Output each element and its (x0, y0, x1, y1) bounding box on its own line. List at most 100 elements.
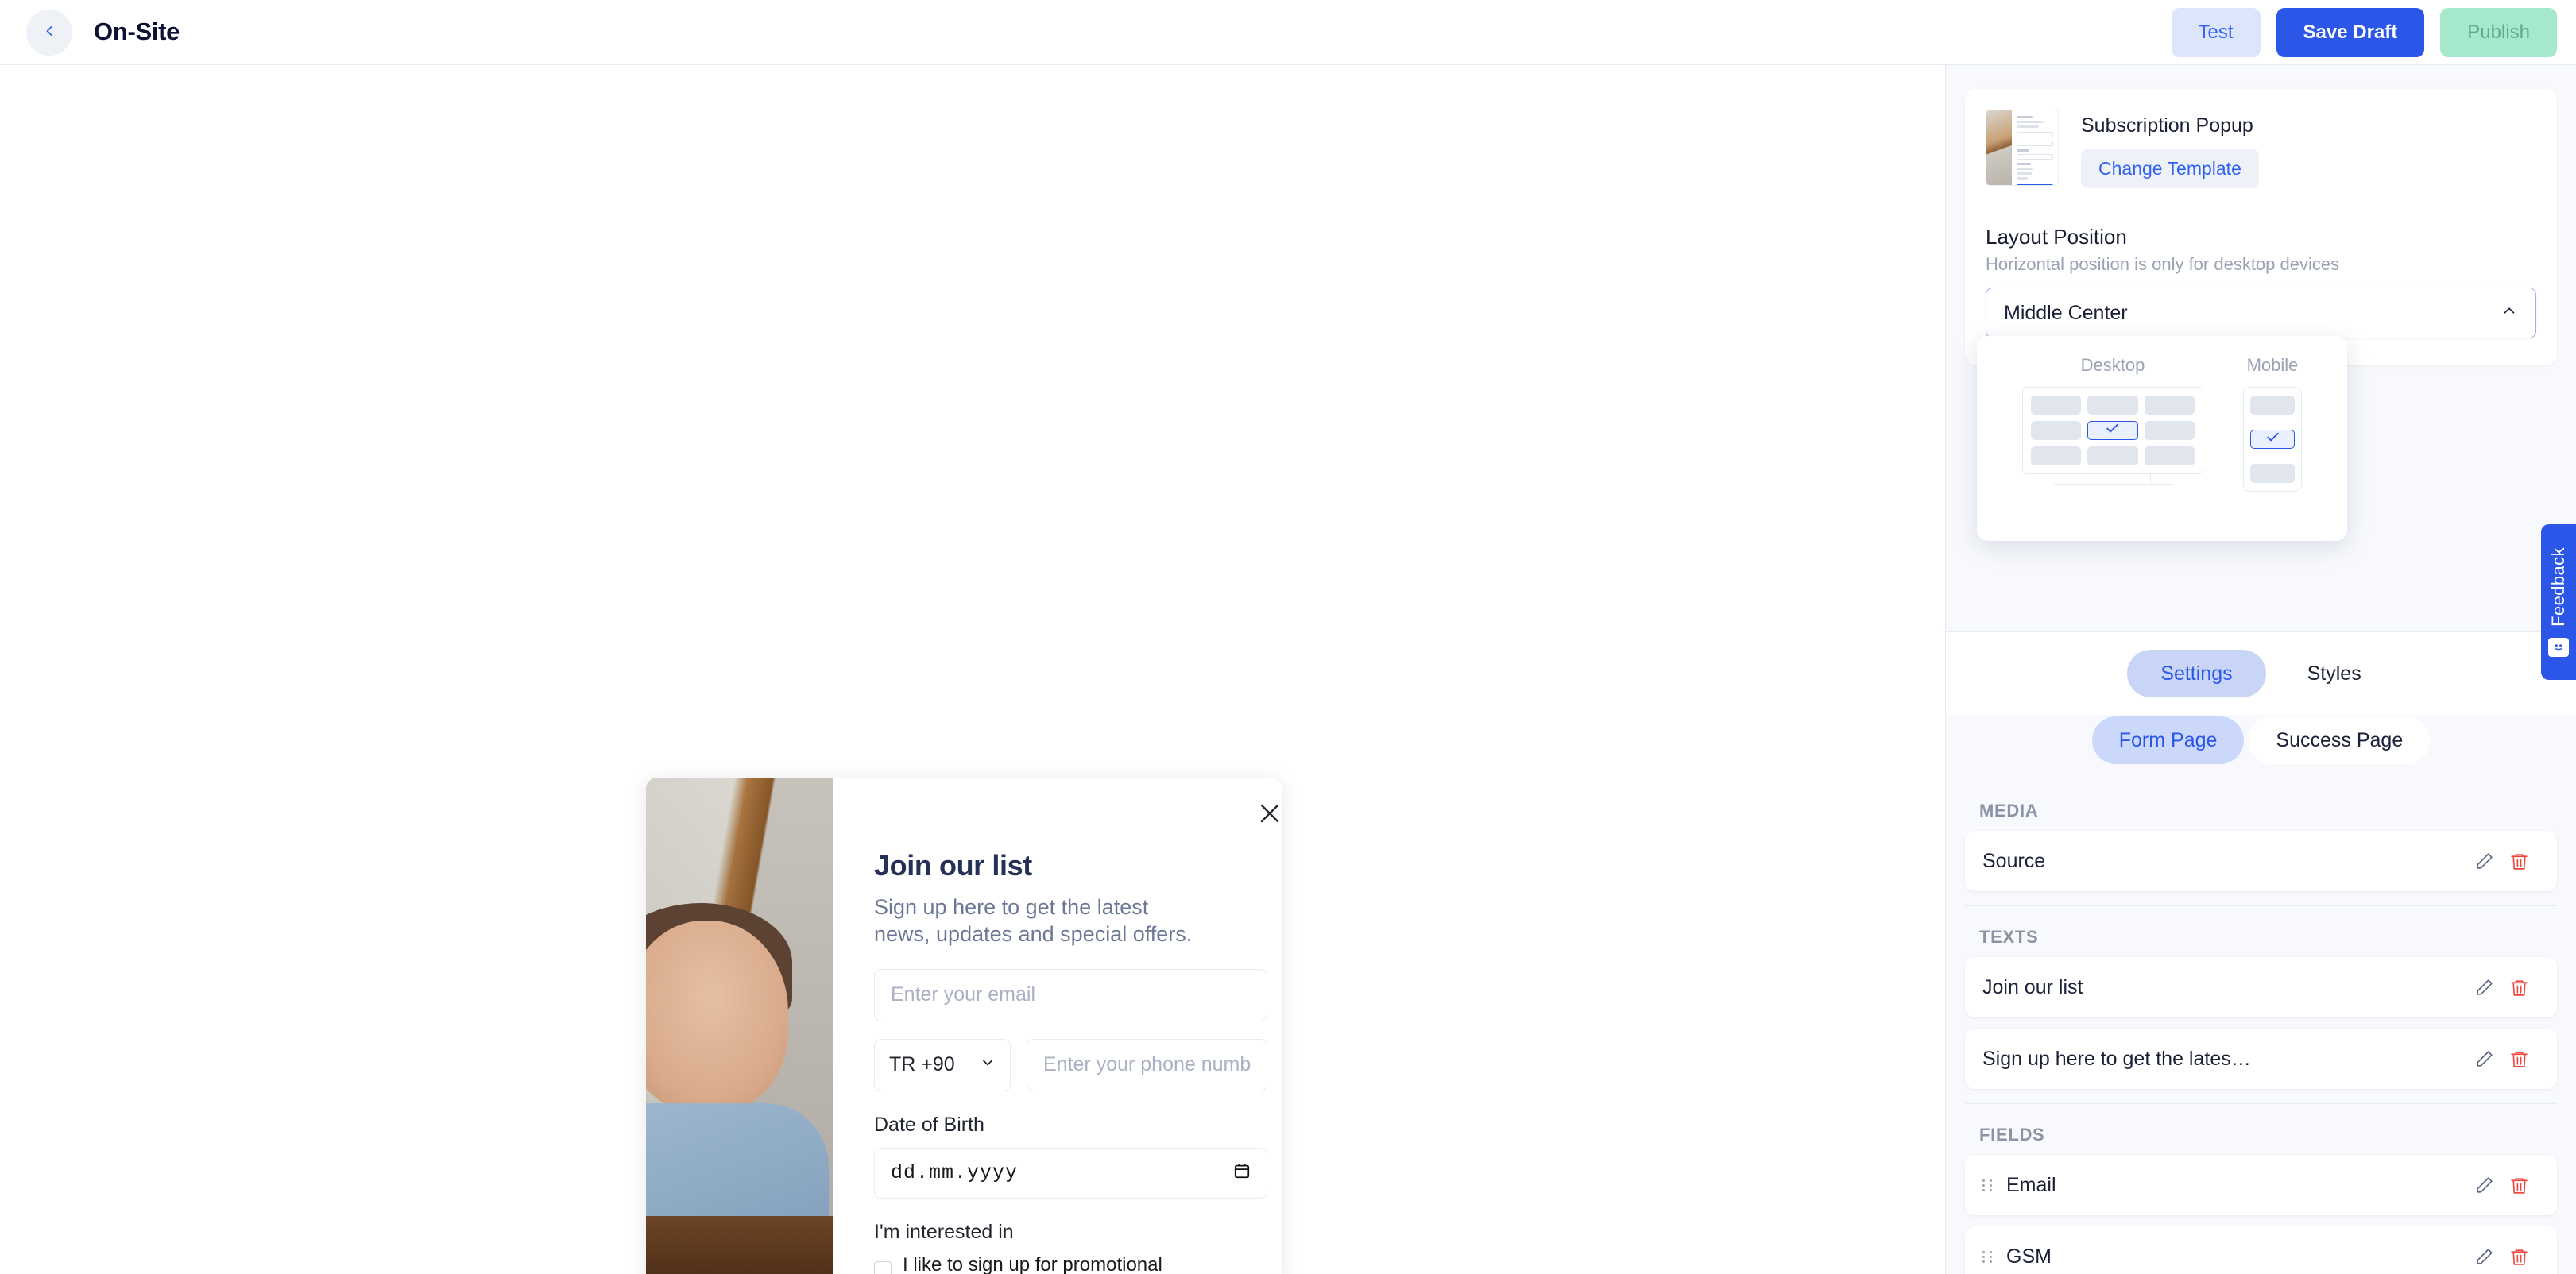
position-cell-middle-left[interactable] (2031, 421, 2082, 440)
interest-label: I'm interested in (874, 1220, 1014, 1243)
dob-label: Date of Birth (874, 1113, 984, 1136)
check-icon (2265, 430, 2280, 449)
country-code-select[interactable]: TR +90 (874, 1038, 1011, 1091)
item-label: Source (1982, 849, 2046, 872)
country-code-value: TR +90 (889, 1053, 955, 1076)
popup-subheading: Sign up here to get the latest news, upd… (874, 895, 1193, 947)
trash-icon[interactable] (2501, 844, 2536, 878)
position-cell-bottom-center[interactable] (2087, 446, 2138, 465)
phone-row: TR +90 Enter your phone numb (874, 1038, 1268, 1091)
mobile-position-group: Mobile (2243, 355, 2302, 522)
mobile-position-cell-bottom[interactable] (2250, 464, 2295, 483)
feedback-tab[interactable]: Feedback (2541, 524, 2576, 680)
monitor-stand (2075, 474, 2151, 484)
group-title-texts: TEXTS (1979, 927, 2039, 947)
trash-icon[interactable] (2501, 1239, 2536, 1274)
layout-position-select[interactable]: Middle Center (1986, 288, 2536, 338)
list-item[interactable]: Sign up here to get the lates… (1965, 1029, 2557, 1089)
monitor-base (2054, 484, 2172, 485)
pencil-icon[interactable] (2466, 1168, 2501, 1203)
test-button[interactable]: Test (2171, 8, 2261, 57)
group-title-fields: FIELDS (1979, 1125, 2045, 1145)
editor-canvas: Join our list Sign up here to get the la… (0, 65, 1945, 1274)
popup-heading: Join our list (874, 849, 1032, 882)
template-row: Subscription Popup Change Template (1986, 110, 2536, 188)
layout-position-dropdown: Desktop Mobile (1977, 336, 2347, 541)
subtab-form-page[interactable]: Form Page (2091, 716, 2245, 764)
tab-settings[interactable]: Settings (2127, 650, 2266, 697)
mobile-position-cell-top[interactable] (2250, 396, 2295, 415)
position-cell-middle-right[interactable] (2144, 421, 2195, 440)
top-bar: On-Site Test Save Draft Publish (0, 0, 2576, 65)
dob-value: dd.mm.yyyy (891, 1161, 1019, 1185)
feedback-label: Feedback (2548, 547, 2568, 627)
panel-tabs: Settings Styles (1946, 631, 2576, 715)
list-item[interactable]: Email (1965, 1155, 2557, 1215)
template-name: Subscription Popup (2081, 114, 2253, 137)
popup-preview: Join our list Sign up here to get the la… (646, 778, 1282, 1274)
pencil-icon[interactable] (2466, 1239, 2501, 1274)
position-cell-bottom-left[interactable] (2031, 446, 2082, 465)
layout-position-value: Middle Center (2004, 301, 2128, 324)
item-label: GSM (2006, 1245, 2052, 1268)
group-title-media: MEDIA (1979, 801, 2039, 820)
layout-position-title: Layout Position (1986, 225, 2127, 249)
trash-icon[interactable] (2501, 970, 2536, 1005)
drag-handle-icon[interactable] (1982, 1176, 1994, 1194)
section-divider (1965, 905, 2557, 906)
mobile-position-cell-middle[interactable] (2250, 430, 2295, 449)
email-input[interactable]: Enter your email (874, 968, 1268, 1021)
layout-position-description: Horizontal position is only for desktop … (1986, 254, 2340, 274)
smiley-icon (2548, 637, 2569, 657)
back-button[interactable] (26, 10, 72, 56)
mobile-label: Mobile (2246, 355, 2299, 375)
close-icon[interactable] (1256, 800, 1282, 827)
phone-input[interactable]: Enter your phone numb (1027, 1038, 1268, 1091)
pencil-icon[interactable] (2466, 970, 2501, 1005)
position-cell-middle-center[interactable] (2087, 421, 2138, 440)
position-cell-bottom-right[interactable] (2144, 446, 2195, 465)
settings-list[interactable]: MEDIA Source TEXTS Join our list Sign up… (1946, 780, 2576, 1274)
change-template-button[interactable]: Change Template (2081, 149, 2259, 188)
popup-content: Join our list Sign up here to get the la… (833, 778, 1282, 1274)
position-cell-top-left[interactable] (2031, 396, 2082, 415)
calendar-icon[interactable] (1233, 1162, 1251, 1183)
mobile-position-grid (2243, 387, 2302, 492)
trash-icon[interactable] (2501, 1168, 2536, 1203)
desktop-position-group: Desktop (2022, 355, 2203, 522)
consent-checkbox[interactable] (874, 1260, 892, 1274)
publish-button[interactable]: Publish (2440, 8, 2557, 57)
list-item[interactable]: Join our list (1965, 957, 2557, 1017)
drag-handle-icon[interactable] (1982, 1248, 1994, 1265)
popup-image (646, 778, 833, 1274)
pencil-icon[interactable] (2466, 844, 2501, 878)
chevron-down-icon (980, 1053, 996, 1076)
list-item[interactable]: GSM (1965, 1226, 2557, 1274)
consent-row: I like to sign up for promotional emails… (874, 1253, 1267, 1274)
list-item[interactable]: Source (1965, 831, 2557, 891)
position-cell-top-right[interactable] (2144, 396, 2195, 415)
position-cell-top-center[interactable] (2087, 396, 2138, 415)
template-info: Subscription Popup Change Template (2081, 110, 2259, 188)
item-label: Join our list (1982, 975, 2083, 998)
template-card: Subscription Popup Change Template Layou… (1965, 89, 2557, 365)
item-label: Email (2006, 1173, 2056, 1196)
save-draft-button[interactable]: Save Draft (2276, 8, 2425, 57)
settings-panel: Subscription Popup Change Template Layou… (1945, 65, 2576, 1274)
chevron-left-icon (41, 23, 57, 43)
dob-input[interactable]: dd.mm.yyyy (874, 1147, 1268, 1199)
item-label: Sign up here to get the lates… (1982, 1047, 2251, 1070)
trash-icon[interactable] (2501, 1041, 2536, 1076)
template-thumbnail (1986, 110, 2059, 186)
check-icon (2105, 421, 2120, 440)
desktop-position-grid (2022, 387, 2203, 474)
page-title: On-Site (94, 17, 180, 45)
section-divider (1965, 1103, 2557, 1104)
chevron-up-icon (2501, 302, 2518, 325)
panel-subtabs: Form Page Success Page (1946, 716, 2576, 764)
top-bar-actions: Test Save Draft Publish (2171, 8, 2557, 57)
subtab-success-page[interactable]: Success Page (2249, 716, 2431, 764)
desktop-label: Desktop (2080, 355, 2145, 375)
tab-styles[interactable]: Styles (2274, 650, 2395, 697)
pencil-icon[interactable] (2466, 1041, 2501, 1076)
